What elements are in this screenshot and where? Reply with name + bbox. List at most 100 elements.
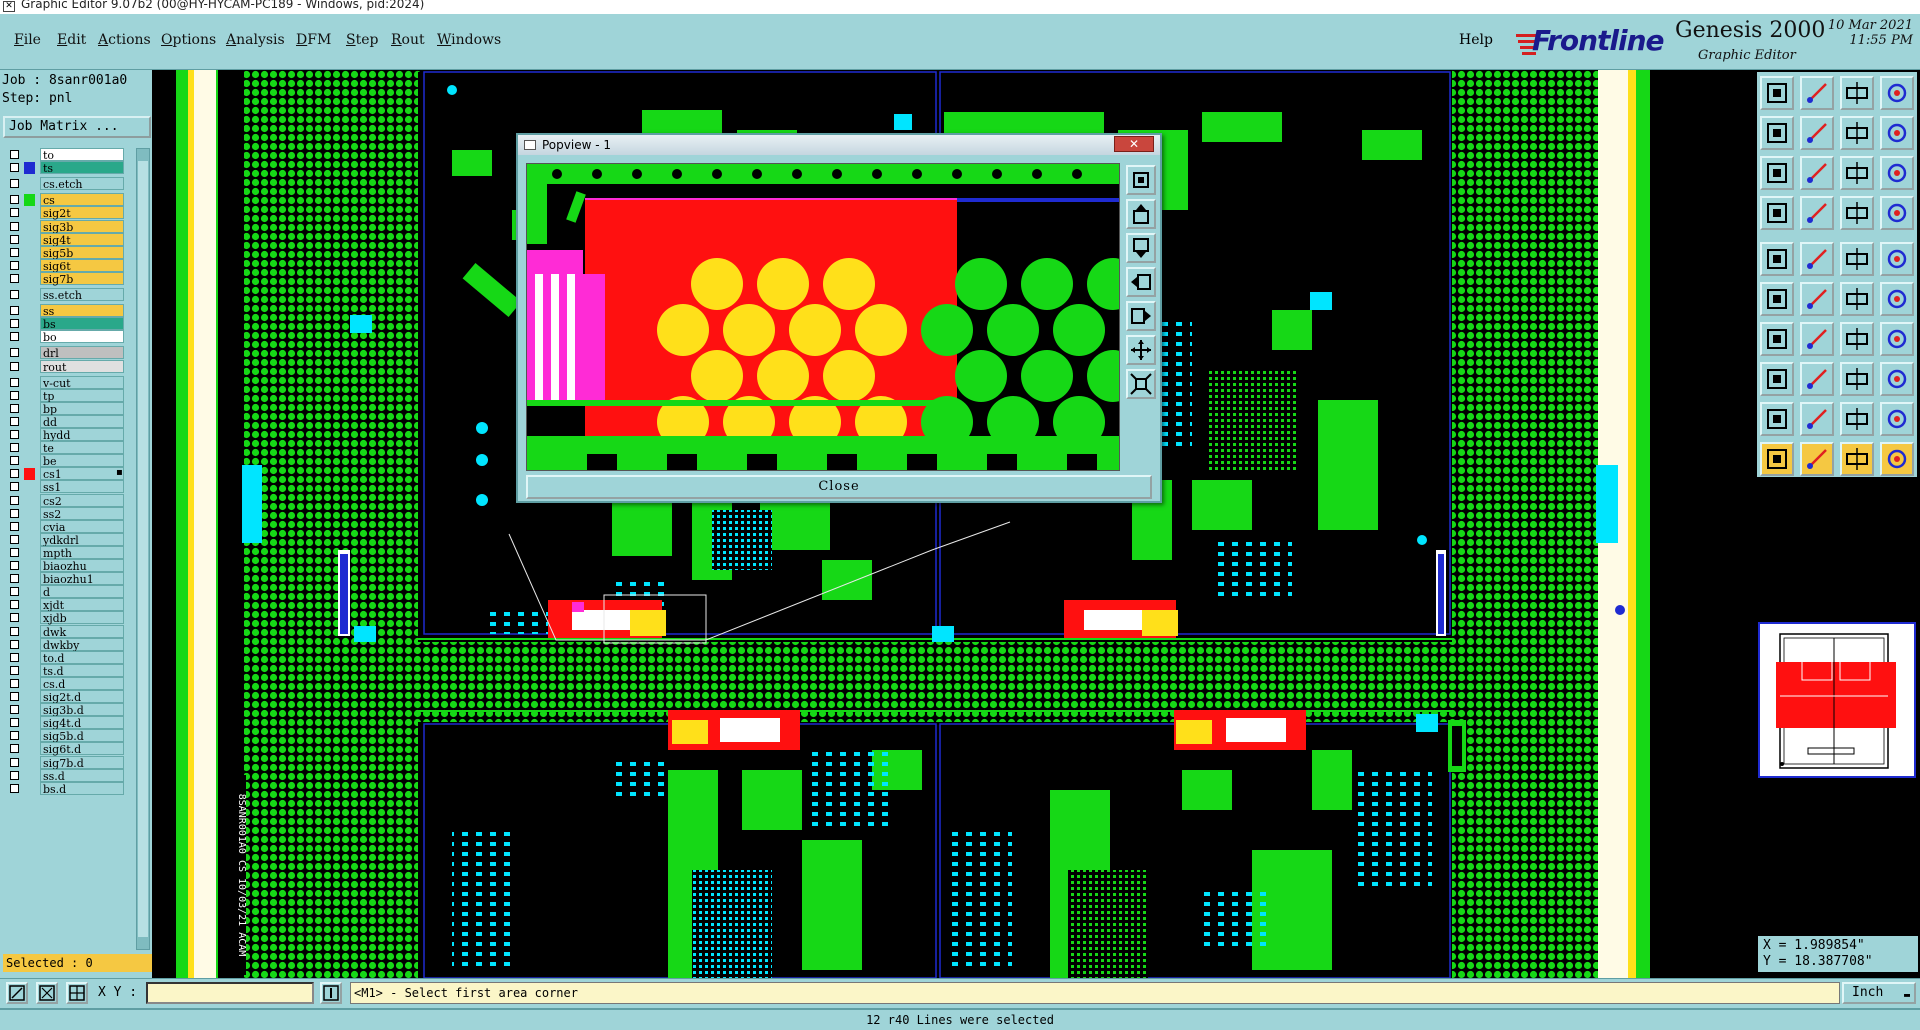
layer-row-ts[interactable]: ts (4, 161, 124, 175)
layer-name[interactable]: ts.d (40, 663, 124, 678)
layer-checkbox[interactable] (10, 508, 19, 518)
layer-name[interactable]: sig7b (40, 271, 124, 286)
layer-name[interactable]: sig3b (40, 219, 124, 234)
layer-row-xjdt[interactable]: xjdt (4, 598, 124, 612)
layer-name[interactable]: cvia (40, 519, 124, 534)
layer-name[interactable]: sig6t (40, 258, 124, 273)
grid-view-tool-button[interactable] (1800, 196, 1834, 230)
menu-dfm[interactable]: DFM (296, 32, 331, 48)
layer-checkbox[interactable] (10, 234, 19, 244)
layer-checkbox[interactable] (10, 306, 19, 316)
layer-row-sig6t-d[interactable]: sig6t.d (4, 742, 124, 756)
command-input-toggle[interactable] (320, 982, 342, 1004)
layer-name[interactable]: bo (40, 330, 124, 344)
scrollbar-thumb[interactable] (138, 161, 148, 937)
menu-actions[interactable]: Actions (98, 32, 151, 48)
layer-row-ts-d[interactable]: ts.d (4, 663, 124, 678)
layer-row-cs-d[interactable]: cs.d (4, 676, 124, 691)
home-tool-button[interactable] (1840, 76, 1874, 110)
layer-checkbox[interactable] (10, 587, 19, 597)
layer-name[interactable]: ydkdrl (40, 532, 124, 547)
layer-checkbox[interactable] (10, 534, 19, 544)
layer-checkbox[interactable] (10, 574, 19, 584)
layer-name[interactable]: biaozhu (40, 559, 124, 573)
select-net-tool-button[interactable] (1840, 442, 1874, 476)
layer-checkbox[interactable] (10, 639, 19, 649)
snap-mode-button[interactable] (6, 982, 28, 1004)
zoom-window-tool-button[interactable] (1880, 76, 1914, 110)
popview-close-icon[interactable]: ✕ (1114, 136, 1154, 152)
layer-name[interactable]: bs.d (40, 781, 124, 796)
layer-row-dd[interactable]: dd (4, 414, 124, 429)
popview-close-button[interactable]: Close (526, 475, 1152, 499)
layer-checkbox[interactable] (10, 332, 19, 342)
layer-row-cs-etch[interactable]: cs.etch (4, 177, 124, 191)
layer-name[interactable]: to (40, 148, 124, 162)
layer-name[interactable]: sig7b.d (40, 755, 124, 770)
layer-name[interactable]: drl (40, 346, 124, 360)
layer-row-dwkby[interactable]: dwkby (4, 637, 124, 652)
popview-pan-up-button[interactable] (1126, 199, 1156, 229)
layer-row-sig6t[interactable]: sig6t (4, 258, 124, 273)
layer-checkbox[interactable] (10, 195, 19, 205)
layer-row-be[interactable]: be (4, 454, 124, 468)
layer-name[interactable]: sig6t.d (40, 742, 124, 756)
layer-checkbox[interactable] (10, 783, 19, 793)
layer-checkbox[interactable] (10, 273, 19, 283)
layer-checkbox[interactable] (10, 626, 19, 636)
layer-name[interactable]: sig5b.d (40, 729, 124, 743)
layer-list-scrollbar[interactable] (136, 148, 150, 950)
layer-name[interactable]: ss1 (40, 480, 124, 494)
line-replace-tool-button[interactable] (1800, 362, 1834, 396)
layer-row-te[interactable]: te (4, 441, 124, 455)
filter-tool-button[interactable] (1760, 196, 1794, 230)
layer-name[interactable]: ts (40, 161, 124, 175)
mirror-tool-button[interactable] (1880, 322, 1914, 356)
layer-name[interactable]: be (40, 454, 124, 468)
add-rect-tool-button[interactable] (1840, 242, 1874, 276)
select-all-tool-button[interactable] (1880, 442, 1914, 476)
layer-checkbox[interactable] (10, 600, 19, 610)
layer-name[interactable]: ss.etch (40, 288, 124, 302)
layer-row-cs[interactable]: cs (4, 193, 124, 207)
layer-checkbox[interactable] (10, 163, 19, 173)
layer-name[interactable]: xjdt (40, 598, 124, 612)
layer-name[interactable]: xjdb (40, 611, 124, 625)
popview-zoom-fit-button[interactable] (1126, 165, 1156, 195)
panel-overview-map[interactable] (1758, 622, 1916, 778)
layer-name[interactable]: bp (40, 401, 124, 416)
job-matrix-button[interactable]: Job Matrix ... (3, 116, 151, 138)
zoom-back-tool-button[interactable] (1760, 116, 1794, 150)
measure-mode-button[interactable] (36, 982, 58, 1004)
layer-checkbox[interactable] (10, 290, 19, 299)
layer-row-cvia[interactable]: cvia (4, 519, 124, 534)
layer-row-dwk[interactable]: dwk (4, 624, 124, 639)
layer-row-sig5b[interactable]: sig5b (4, 245, 124, 260)
layer-checkbox[interactable] (10, 705, 19, 715)
layer-colors-tool-button[interactable] (1840, 196, 1874, 230)
fill-tool-button[interactable] (1880, 402, 1914, 436)
layer-checkbox[interactable] (10, 613, 19, 623)
add-pad-tool-button[interactable] (1760, 242, 1794, 276)
route-tool-button[interactable] (1880, 282, 1914, 316)
zoom-previous-tool-button[interactable] (1840, 116, 1874, 150)
popview-zoom-in-button[interactable] (1126, 335, 1156, 365)
layer-name[interactable]: ss (40, 304, 124, 318)
layer-checkbox[interactable] (10, 348, 19, 358)
layer-name[interactable]: sig2t (40, 206, 124, 220)
layer-name[interactable]: rout (40, 359, 124, 374)
layer-name[interactable]: v-cut (40, 375, 124, 390)
layer-checkbox[interactable] (10, 443, 19, 453)
layer-checkbox[interactable] (10, 678, 19, 688)
layer-name[interactable]: sig3b.d (40, 703, 124, 717)
layer-row-sig7b[interactable]: sig7b (4, 271, 124, 286)
layer-row-bp[interactable]: bp (4, 401, 124, 416)
layer-name[interactable]: ss2 (40, 506, 124, 521)
layer-name[interactable]: ss.d (40, 768, 124, 783)
layer-checkbox[interactable] (10, 319, 19, 329)
layer-display-tool-button[interactable] (1880, 196, 1914, 230)
layer-checkbox[interactable] (10, 757, 19, 767)
layer-checkbox[interactable] (10, 416, 19, 426)
layer-checkbox[interactable] (10, 469, 19, 479)
layer-row-cs1[interactable]: cs1 ▪ (4, 467, 124, 481)
